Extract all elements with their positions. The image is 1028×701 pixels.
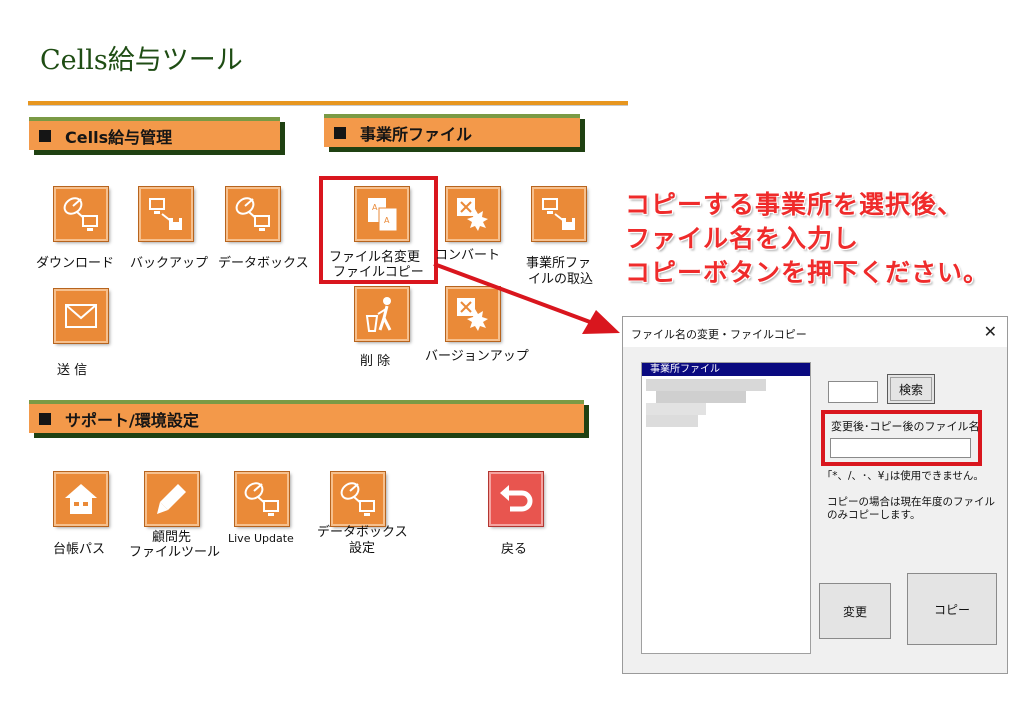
delete-label: 削 除 [360,354,391,369]
satellite-computer-icon [244,482,279,516]
databox-label: データボックス [218,256,309,271]
section-cells-payroll: Cells給与管理 [29,117,280,150]
ledger-path-label: 台帳パス [53,542,106,557]
satellite-computer-icon [340,482,375,516]
pointer-arrow-icon [433,262,620,334]
blurred-list-item[interactable] [656,391,746,403]
section-support-settings: サポート/環境設定 [29,400,584,433]
rename-copy-highlight [319,176,438,284]
instruction-line-1: コピーする事業所を選択後、 [625,190,964,219]
section-label: サポート/環境設定 [65,410,199,430]
rename-copy-dialog: ファイル名の変更・ファイルコピー ✕ 事業所ファイル 検索 変更後･コピー後のフ… [622,316,1008,674]
filename-input[interactable] [830,438,971,458]
computer-disk-icon [542,198,575,230]
dialog-title-bar: ファイル名の変更・ファイルコピー ✕ [623,317,1007,347]
filename-label: 変更後･コピー後のファイル名 [831,420,980,433]
square-bullet-icon [39,412,51,425]
blurred-list-item[interactable] [646,415,698,427]
close-icon[interactable]: ✕ [984,322,997,341]
satellite-computer-icon [235,197,270,231]
databox-setting-button[interactable] [331,472,385,526]
instruction-line-3: コピーボタンを押下ください。 [625,258,990,287]
app-title: Cells給与ツール [40,45,243,76]
blurred-list-item[interactable] [646,403,706,415]
copy-note-line-2: のみコピーします。 [827,509,921,521]
databox-setting-label-2: 設定 [349,541,376,556]
instruction-line-2: ファイル名を入力し [625,224,860,253]
advisor-label-2: ファイルツール [129,545,221,560]
trash-person-icon [365,297,392,332]
change-button[interactable]: 変更 [819,583,891,639]
advisor-file-tool-button[interactable] [145,472,199,526]
dialog-title: ファイル名の変更・ファイルコピー [631,328,807,341]
send-label: 送 信 [57,363,88,378]
section-label: Cells給与管理 [65,127,173,147]
undo-arrow-icon [500,485,533,512]
square-bullet-icon [39,129,51,142]
convert-button[interactable] [446,187,500,241]
backup-button[interactable] [139,187,193,241]
search-button[interactable]: 検索 [887,374,935,404]
office-file-list[interactable]: 事業所ファイル [641,362,811,654]
pen-icon [157,484,186,514]
back-button[interactable] [489,472,543,526]
envelope-icon [65,304,97,328]
convert-icon [457,198,488,231]
ledger-path-button[interactable] [54,472,108,526]
filename-highlight: 変更後･コピー後のファイル名 [821,410,982,466]
download-button[interactable] [54,187,108,241]
copy-note-line-1: コピーの場合は現在年度のファイル [827,496,995,508]
download-label: ダウンロード [36,256,115,271]
backup-label: バックアップ [130,256,209,271]
computer-disk-icon [149,198,182,230]
forbidden-chars-note: ｢*、/、･、¥｣は使用できません。 [827,470,984,482]
send-button[interactable] [54,289,108,343]
section-office-file: 事業所ファイル [324,114,580,147]
live-update-button[interactable] [235,472,289,526]
house-icon [65,484,97,514]
delete-button[interactable] [355,287,409,341]
title-rule [28,101,628,106]
copy-button[interactable]: コピー [907,573,997,645]
databox-setting-label-1: データボックス [317,525,408,540]
list-header: 事業所ファイル [642,363,810,376]
section-label: 事業所ファイル [360,124,473,144]
satellite-computer-icon [63,197,98,231]
blurred-list-item[interactable] [646,379,766,391]
advisor-label-1: 顧問先 [152,530,192,545]
instruction-text: コピーする事業所を選択後、 ファイル名を入力し コピーボタンを押下ください。 [625,188,989,290]
version-up-label: バージョンアップ [425,349,529,364]
search-input[interactable] [828,381,878,403]
import-button[interactable] [532,187,586,241]
back-label: 戻る [501,542,528,557]
live-update-label: Live Update [228,532,294,545]
square-bullet-icon [334,126,346,139]
databox-button[interactable] [226,187,280,241]
